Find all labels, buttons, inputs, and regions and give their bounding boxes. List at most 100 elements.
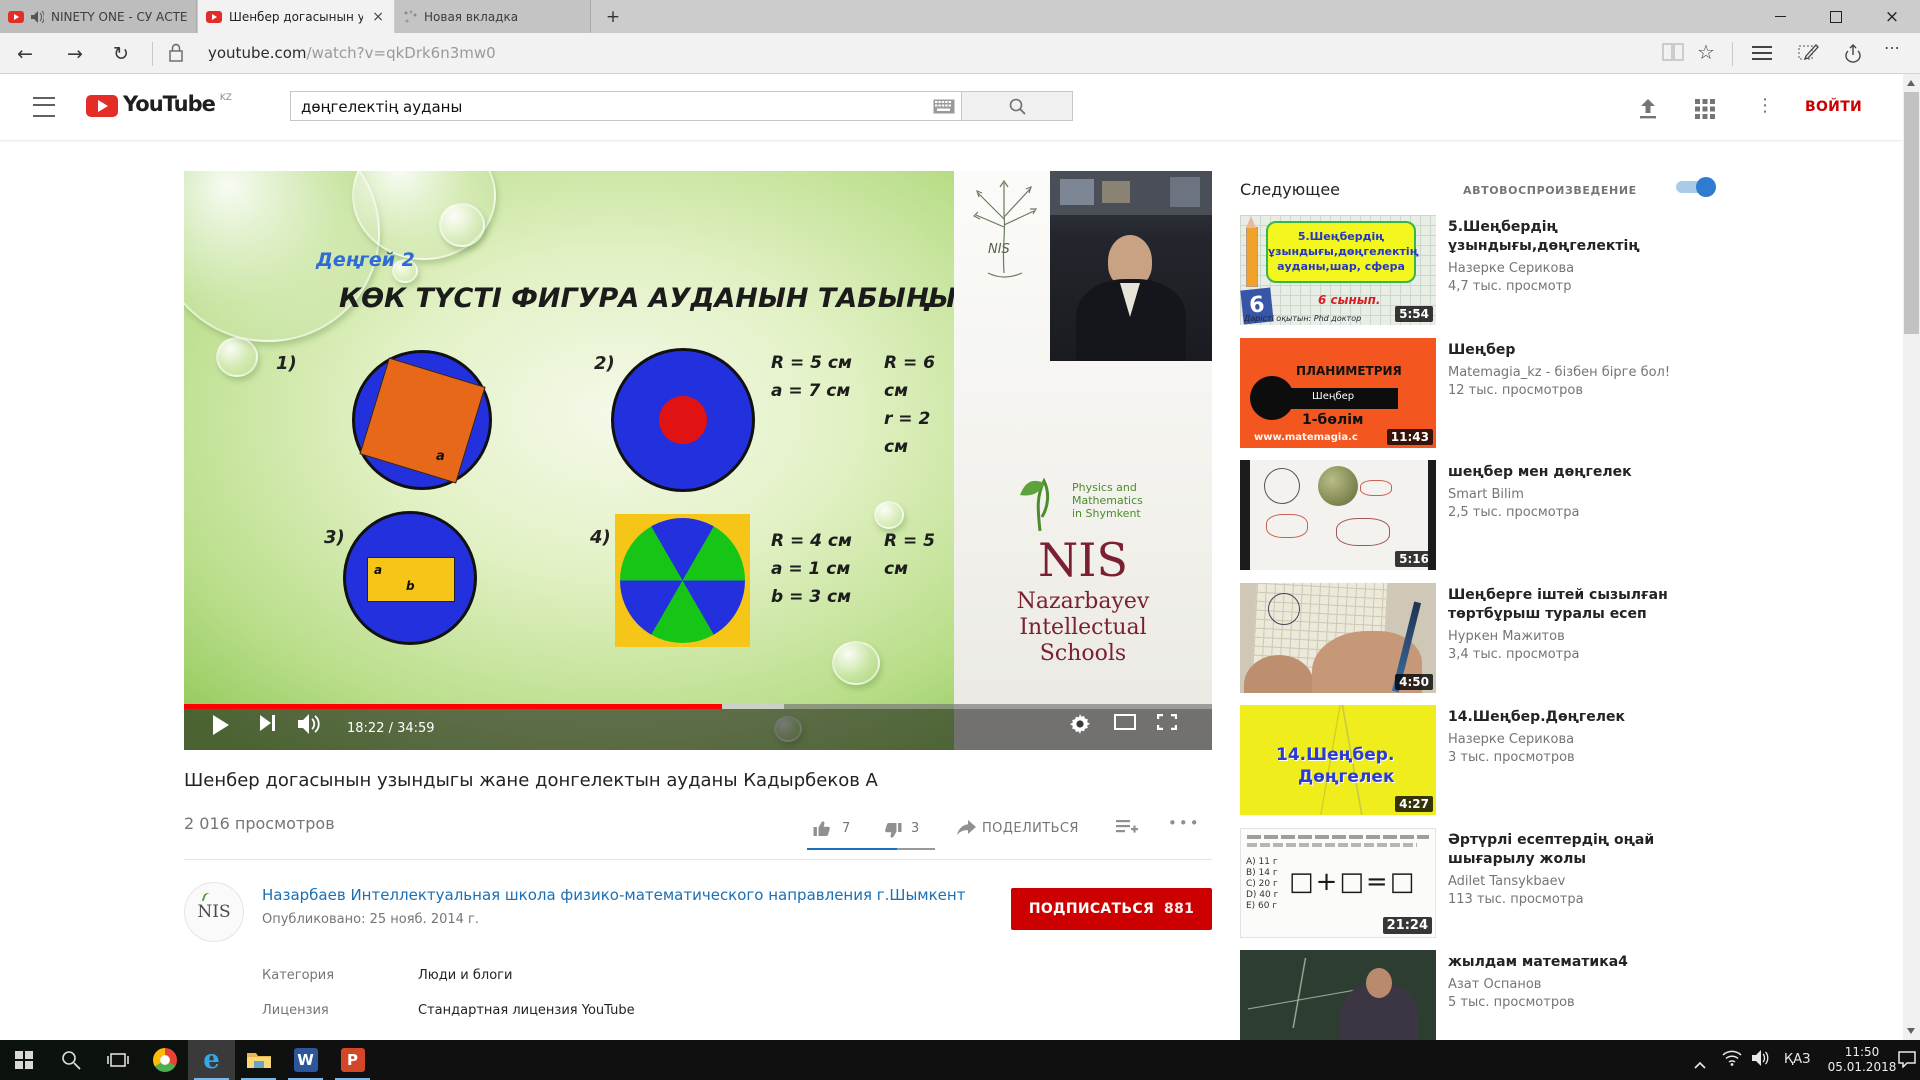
suggested-title[interactable]: жылдам математика4 <box>1448 953 1703 972</box>
suggested-thumbnail[interactable]: ПЛАНИМЕТРИЯ Шеңбер 1-бөлім www.matemagia… <box>1240 338 1436 448</box>
url-field[interactable]: youtube.com/watch?v=qkDrk6n3mw0 <box>208 44 496 62</box>
sign-in-button[interactable]: ВОЙТИ <box>1805 99 1862 115</box>
figure1-labels: R = 5 см a = 7 см <box>771 349 852 405</box>
share-icon[interactable] <box>1842 42 1864 68</box>
search-button[interactable] <box>961 91 1073 121</box>
start-button[interactable] <box>0 1040 47 1080</box>
subscribe-button[interactable]: ПОДПИСАТЬСЯ 881 <box>1011 888 1212 930</box>
figure3-labels: R = 4 см a = 1 см b = 3 см <box>771 527 852 611</box>
suggested-channel[interactable]: Matemagia_kz - бізбен бірге бол! <box>1448 365 1878 380</box>
browser-more-icon[interactable]: ⋯ <box>1884 38 1901 57</box>
youtube-logo[interactable]: YouTube KZ <box>86 92 232 117</box>
suggested-title[interactable]: Шеңбер <box>1448 341 1703 360</box>
page-scrollbar[interactable] <box>1903 74 1920 1040</box>
suggested-thumbnail[interactable]: 6 5.Шеңбердіңұзындығы,дөңгелектіңауданы,… <box>1240 215 1436 325</box>
new-tab-button[interactable]: + <box>596 4 630 30</box>
scrollbar-thumb[interactable] <box>1904 92 1919 334</box>
presenter-webcam <box>1050 171 1212 361</box>
video-player[interactable]: Деңгей 2 КӨК ТҮСТІ ФИГУРА АУДАНЫН ТАБЫҢЫ… <box>184 171 1212 750</box>
taskbar-search-icon[interactable] <box>47 1040 94 1080</box>
dislike-button[interactable] <box>882 821 903 845</box>
tab-current[interactable]: Шенбер догасынын узı × <box>198 0 394 33</box>
suggested-title[interactable]: Шеңберге іштей сызылған төртбұрыш туралы… <box>1448 586 1703 624</box>
tab-newtab[interactable]: Новая вкладка <box>395 0 591 33</box>
newtab-favicon <box>403 10 417 24</box>
add-to-playlist-icon[interactable] <box>1116 819 1138 841</box>
suggested-title[interactable]: 14.Шеңбер.Дөңгелек <box>1448 708 1703 727</box>
hub-icon[interactable] <box>1752 46 1772 60</box>
edge-taskbar-icon[interactable]: e <box>188 1040 235 1080</box>
scroll-up-arrow[interactable] <box>1907 80 1915 86</box>
suggested-thumbnail[interactable]: 14.Шеңбер. Дөңгелек 4:27 <box>1240 705 1436 815</box>
share-arrow-icon[interactable] <box>956 819 976 841</box>
tab-close-icon[interactable]: × <box>370 9 386 25</box>
suggested-title[interactable]: Әртүрлі есептердің оңай шығарылу жолы <box>1448 831 1703 869</box>
suggested-title[interactable]: 5.Шеңбердің ұзындығы,дөңгелектің <box>1448 218 1703 256</box>
web-note-icon[interactable] <box>1798 42 1820 68</box>
duration-badge: 5:54 <box>1395 306 1433 322</box>
back-icon[interactable]: ← <box>8 37 42 71</box>
figure4-number: 4) <box>590 527 611 548</box>
like-ratio-bar <box>807 848 935 850</box>
file-explorer-icon[interactable] <box>235 1040 282 1080</box>
header-more-icon[interactable]: ⋮ <box>1756 95 1774 116</box>
forward-icon[interactable]: → <box>58 37 92 71</box>
wifi-icon[interactable] <box>1722 1050 1742 1070</box>
youtube-favicon <box>206 11 222 23</box>
suggested-channel[interactable]: Нуркен Мажитов <box>1448 629 1878 644</box>
suggested-channel[interactable]: Назерке Серикова <box>1448 261 1878 276</box>
fullscreen-icon[interactable] <box>1157 714 1177 730</box>
task-view-icon[interactable] <box>94 1040 141 1080</box>
language-indicator[interactable]: ҚАЗ <box>1784 1052 1810 1067</box>
apps-grid-icon[interactable] <box>1695 99 1715 123</box>
upload-icon[interactable] <box>1636 99 1660 123</box>
favorites-star-icon[interactable]: ☆ <box>1697 40 1715 64</box>
scroll-down-arrow[interactable] <box>1907 1028 1915 1034</box>
duration-badge: 11:43 <box>1387 429 1433 445</box>
suggested-thumbnail[interactable]: А) 11 г В) 14 г С) 20 г D) 40 г Е) 60 г … <box>1240 828 1436 938</box>
menu-hamburger-icon[interactable] <box>33 97 55 117</box>
chrome-icon[interactable] <box>141 1040 188 1080</box>
channel-name-link[interactable]: Назарбаев Интеллектуальная школа физико-… <box>262 886 1002 904</box>
tab-music[interactable]: NINETY ONE - СУ АСТЕ <box>0 0 197 33</box>
tray-chevron-icon[interactable] <box>1694 1054 1706 1062</box>
suggested-channel[interactable]: Adilet Tansykbaev <box>1448 874 1878 889</box>
suggested-channel[interactable]: Азат Оспанов <box>1448 977 1878 992</box>
progress-bar[interactable] <box>184 704 1212 709</box>
video-slide-frame: Деңгей 2 КӨК ТҮСТІ ФИГУРА АУДАНЫН ТАБЫҢЫ… <box>184 171 954 750</box>
video-right-panel: NIS Physics and Mathematics in Shymkent <box>954 171 1212 750</box>
window-minimize-button[interactable] <box>1752 0 1808 33</box>
action-center-icon[interactable] <box>1898 1051 1916 1072</box>
next-button[interactable] <box>260 714 276 732</box>
autoplay-toggle[interactable] <box>1676 181 1712 193</box>
search-input[interactable] <box>299 93 923 121</box>
youtube-region-label: KZ <box>220 93 232 103</box>
category-value[interactable]: Люди и блоги <box>418 968 512 983</box>
window-restore-button[interactable] <box>1808 0 1864 33</box>
settings-gear-icon[interactable] <box>1070 714 1090 734</box>
volume-button[interactable] <box>298 714 322 734</box>
suggested-thumbnail[interactable]: 4:50 <box>1240 583 1436 693</box>
window-close-button[interactable]: × <box>1864 0 1920 33</box>
dislike-count: 3 <box>911 821 919 836</box>
powerpoint-icon[interactable]: P <box>329 1040 376 1080</box>
like-button[interactable] <box>812 818 833 842</box>
theater-mode-icon[interactable] <box>1114 714 1136 730</box>
nis-tagline: Physics and Mathematics in Shymkent <box>1072 481 1143 520</box>
figure2-labels: R = 6 см r = 2 см <box>884 349 954 461</box>
keyboard-icon[interactable] <box>933 99 955 114</box>
suggested-title[interactable]: шеңбер мен дөңгелек <box>1448 463 1703 482</box>
clock[interactable]: 11:50 05.01.2018 <box>1820 1045 1904 1075</box>
play-button[interactable] <box>212 714 230 736</box>
reading-view-icon[interactable] <box>1662 43 1684 65</box>
word-icon[interactable]: W <box>282 1040 329 1080</box>
suggested-thumbnail[interactable]: 5:16 <box>1240 460 1436 570</box>
video-more-icon[interactable]: ••• <box>1168 814 1201 832</box>
tray-volume-icon[interactable] <box>1752 1050 1770 1070</box>
share-button[interactable]: ПОДЕЛИТЬСЯ <box>982 821 1079 836</box>
suggested-channel[interactable]: Smart Bilim <box>1448 487 1878 502</box>
license-value[interactable]: Стандартная лицензия YouTube <box>418 1003 635 1018</box>
channel-avatar[interactable]: NIS <box>184 882 244 942</box>
suggested-channel[interactable]: Назерке Серикова <box>1448 732 1878 747</box>
refresh-icon[interactable]: ↻ <box>104 37 138 71</box>
